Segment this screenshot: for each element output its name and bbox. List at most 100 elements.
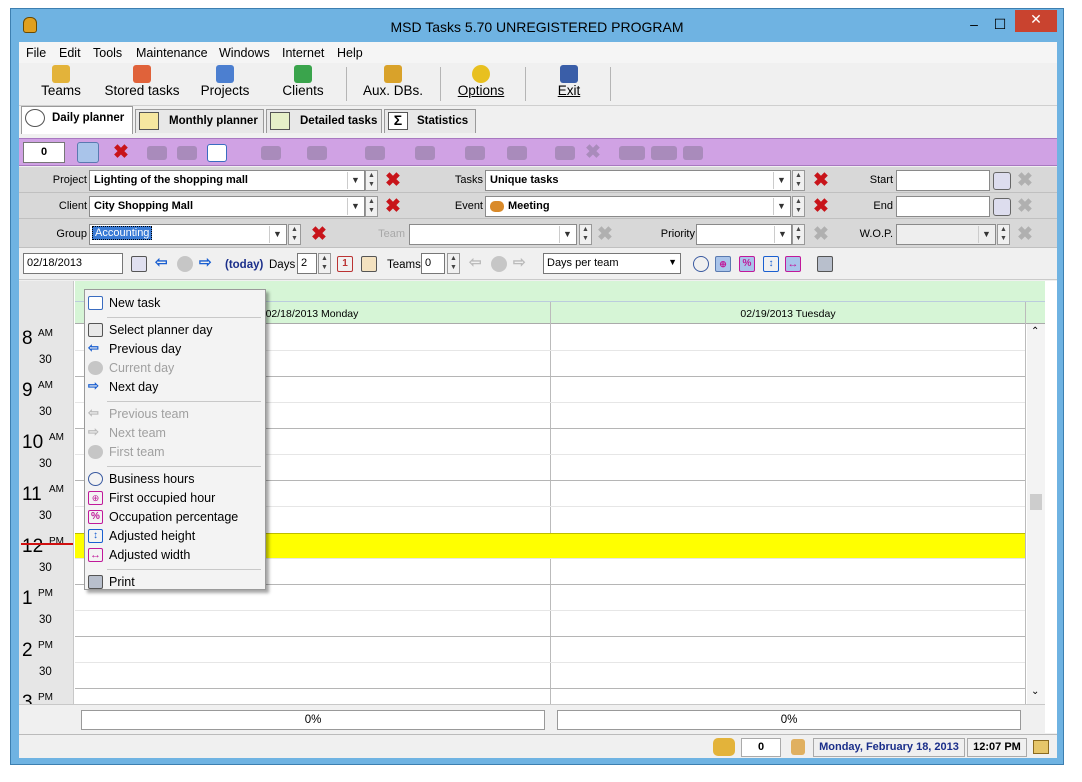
menu-first-occupied-hour[interactable]: First occupied hour: [109, 491, 215, 505]
start-date-input[interactable]: [896, 170, 990, 191]
menu-current-day[interactable]: Current day: [109, 361, 174, 375]
menu-previous-team[interactable]: Previous team: [109, 407, 189, 421]
wop-clear-icon[interactable]: ✖: [1017, 225, 1033, 244]
chevron-down-icon: ▼: [559, 226, 575, 243]
wop-select[interactable]: ▼: [896, 224, 996, 245]
current-day-icon[interactable]: [177, 256, 193, 272]
group-clear-icon[interactable]: ✖: [311, 225, 327, 244]
options-button[interactable]: Options: [453, 65, 509, 105]
tasks-select[interactable]: Unique tasks ▼: [485, 170, 791, 191]
calendar-icon[interactable]: [131, 256, 147, 272]
menu-print[interactable]: Print: [109, 575, 135, 589]
tab-statistics[interactable]: Σ Statistics: [384, 109, 476, 133]
notes-icon[interactable]: [1033, 740, 1049, 754]
days-spinner[interactable]: ▲ ▼: [318, 253, 331, 274]
menu-business-hours[interactable]: Business hours: [109, 472, 194, 486]
adjusted-width-icon[interactable]: ↔: [785, 256, 801, 272]
exit-button[interactable]: Exit: [549, 65, 589, 105]
menu-help[interactable]: Help: [337, 46, 363, 60]
clients-button[interactable]: Clients: [275, 65, 331, 105]
date-input[interactable]: 02/18/2013: [23, 253, 123, 274]
clear-filter-icon[interactable]: ✖: [113, 143, 129, 162]
menu-first-team[interactable]: First team: [109, 445, 165, 459]
end-clear-icon[interactable]: ✖: [1017, 197, 1033, 216]
menu-occupation-percentage[interactable]: Occupation percentage: [109, 510, 238, 524]
arrow-right-icon: ⇨: [88, 424, 99, 439]
group-spinner[interactable]: ▲ ▼: [288, 224, 301, 245]
menu-file[interactable]: File: [26, 46, 46, 60]
close-button[interactable]: ✕: [1015, 10, 1057, 32]
tasks-clear-icon[interactable]: ✖: [813, 171, 829, 190]
days-input[interactable]: 2: [297, 253, 317, 274]
menu-select-planner-day[interactable]: Select planner day: [109, 323, 213, 337]
tab-daily-planner[interactable]: Daily planner: [21, 106, 133, 134]
menu-maintenance[interactable]: Maintenance: [136, 46, 208, 60]
client-clear-icon[interactable]: ✖: [385, 197, 401, 216]
menu-edit[interactable]: Edit: [59, 46, 81, 60]
team-select[interactable]: ▼: [409, 224, 577, 245]
wop-spinner[interactable]: ▲ ▼: [997, 224, 1010, 245]
minimize-button[interactable]: –: [961, 15, 987, 35]
scroll-up-icon[interactable]: ⌃: [1031, 326, 1039, 337]
event-select[interactable]: Meeting ▼: [485, 196, 791, 217]
menu-next-team[interactable]: Next team: [109, 426, 166, 440]
scroll-thumb[interactable]: [1030, 494, 1042, 510]
view-mode-select[interactable]: Days per team ▼: [543, 253, 681, 274]
stored-tasks-button[interactable]: Stored tasks: [103, 65, 181, 105]
tab-monthly-planner[interactable]: Monthly planner: [135, 109, 264, 133]
start-calendar-icon[interactable]: [993, 172, 1011, 190]
tasks-spinner[interactable]: ▲ ▼: [792, 170, 805, 191]
priority-select[interactable]: ▼: [696, 224, 792, 245]
menu-adjusted-width[interactable]: Adjusted width: [109, 548, 190, 562]
menu-internet[interactable]: Internet: [282, 46, 324, 60]
team-spinner[interactable]: ▲ ▼: [579, 224, 592, 245]
projects-button[interactable]: Projects: [195, 65, 255, 105]
group-select[interactable]: Accounting ▼: [89, 224, 287, 245]
project-clear-icon[interactable]: ✖: [385, 171, 401, 190]
first-occupied-hour-icon[interactable]: ⊕: [715, 256, 731, 272]
chevron-down-icon: ▼: [668, 257, 677, 267]
teams-button[interactable]: Teams: [37, 65, 85, 105]
priority-clear-icon[interactable]: ✖: [813, 225, 829, 244]
project-select[interactable]: Lighting of the shopping mall ▼: [89, 170, 365, 191]
occupation-percentage-icon[interactable]: %: [739, 256, 755, 272]
menu-new-task[interactable]: New task: [109, 296, 160, 310]
aux-dbs-label: Aux. DBs.: [362, 83, 424, 98]
maximize-button[interactable]: ☐: [987, 15, 1013, 35]
teams-input[interactable]: 0: [421, 253, 445, 274]
menu-next-day[interactable]: Next day: [109, 380, 158, 394]
event-clear-icon[interactable]: ✖: [813, 197, 829, 216]
menu-windows[interactable]: Windows: [219, 46, 270, 60]
end-calendar-icon[interactable]: [993, 198, 1011, 216]
event-spinner[interactable]: ▲ ▼: [792, 196, 805, 217]
menu-tools[interactable]: Tools: [93, 46, 122, 60]
tab-detailed-tasks[interactable]: Detailed tasks: [266, 109, 382, 133]
horizontal-resize-icon: ↔: [88, 548, 103, 562]
business-hours-icon[interactable]: [693, 256, 709, 272]
menu-previous-day[interactable]: Previous day: [109, 342, 181, 356]
toolbar-separator: [525, 67, 526, 101]
project-spinner[interactable]: ▲ ▼: [365, 170, 378, 191]
vertical-scrollbar[interactable]: ⌃ ⌄: [1027, 324, 1045, 704]
aux-dbs-button[interactable]: Aux. DBs.: [359, 65, 427, 105]
scroll-down-icon[interactable]: ⌄: [1031, 686, 1039, 697]
occupation-footer: 0% 0%: [19, 704, 1045, 733]
next-day-icon[interactable]: ⇨: [199, 255, 215, 272]
adjusted-height-icon[interactable]: ↕: [763, 256, 779, 272]
handshake-filter-button[interactable]: [77, 142, 99, 163]
priority-spinner[interactable]: ▲ ▼: [792, 224, 805, 245]
add-task-button[interactable]: [207, 144, 227, 162]
week-icon[interactable]: [361, 256, 377, 272]
start-clear-icon[interactable]: ✖: [1017, 171, 1033, 190]
end-date-input[interactable]: [896, 196, 990, 217]
print-icon[interactable]: [817, 256, 833, 272]
menu-adjusted-height[interactable]: Adjusted height: [109, 529, 195, 543]
ampm-label: AM: [49, 432, 64, 443]
teams-spinner[interactable]: ▲ ▼: [447, 253, 460, 274]
one-day-icon[interactable]: 1: [337, 256, 353, 272]
client-select[interactable]: City Shopping Mall ▼: [89, 196, 365, 217]
team-clear-icon[interactable]: ✖: [597, 225, 613, 244]
today-link[interactable]: (today): [225, 259, 263, 271]
client-spinner[interactable]: ▲ ▼: [365, 196, 378, 217]
previous-day-icon[interactable]: ⇦: [155, 255, 171, 272]
